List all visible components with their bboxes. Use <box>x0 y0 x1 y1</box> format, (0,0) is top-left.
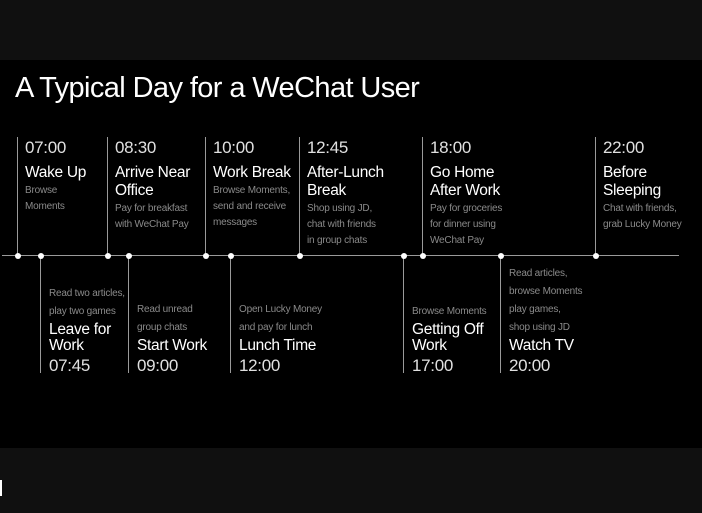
event-getting-off-work: Browse Moments Getting Off Work 17:00 <box>412 304 487 376</box>
event-time: 07:00 <box>25 138 67 157</box>
event-description: Shop using JD, <box>307 203 373 214</box>
event-description: Browse <box>25 185 58 196</box>
event-start-work: Read unread group chats Start Work 09:00 <box>137 302 207 376</box>
event-leave-for-work: Read two articles, play two games Leave fo… <box>49 286 125 376</box>
event-description: and pay for lunch <box>239 322 313 333</box>
event-description: Open Lucky Money <box>239 304 322 315</box>
timeline-axis <box>2 255 679 256</box>
event-description: shop using JD <box>509 322 570 333</box>
connector-line <box>595 137 596 256</box>
edge-marker <box>0 480 2 496</box>
connector-line <box>17 137 18 256</box>
timeline-dot <box>125 253 132 259</box>
event-heading: Getting Off <box>412 321 484 338</box>
event-heading: Break <box>307 182 346 199</box>
connector-line <box>128 256 129 373</box>
event-description: in group chats <box>307 235 368 246</box>
timeline-dot <box>37 253 44 259</box>
event-description: Read unread <box>137 304 193 315</box>
event-description: chat with friends <box>307 219 376 230</box>
timeline-dot <box>104 253 111 259</box>
event-time: 08:30 <box>115 138 157 157</box>
timeline-dot <box>497 253 504 259</box>
connector-line <box>230 256 231 373</box>
event-heading: Sleeping <box>603 182 661 199</box>
event-description: Browse Moments <box>412 306 487 317</box>
event-time: 12:00 <box>239 356 281 375</box>
event-heading: Start Work <box>137 337 207 354</box>
event-heading: Work Break <box>213 164 291 181</box>
event-lunch-time: Open Lucky Money and pay for lunch Lunch T… <box>239 302 322 376</box>
event-description: Pay for groceries <box>430 203 503 214</box>
event-arrive-near-office: 08:30 Arrive Near Office Pay for breakfast w… <box>115 138 190 233</box>
event-heading: Office <box>115 182 154 199</box>
connector-line <box>205 137 206 256</box>
event-time: 18:00 <box>430 138 472 157</box>
event-heading: Work <box>49 337 84 354</box>
event-heading: After Work <box>430 182 500 199</box>
event-description: messages <box>213 217 257 228</box>
event-heading: Leave for <box>49 321 111 338</box>
timeline-dot <box>14 253 21 259</box>
connector-line <box>107 137 108 256</box>
event-heading: Go Home <box>430 164 495 181</box>
connector-line <box>299 137 300 256</box>
event-time: 10:00 <box>213 138 255 157</box>
event-heading: Arrive Near <box>115 164 191 181</box>
event-heading: Lunch Time <box>239 337 317 354</box>
timeline-dot <box>592 253 599 259</box>
event-heading: Watch TV <box>509 337 574 354</box>
event-after-lunch-break: 12:45 After-Lunch Break Shop using JD, chat … <box>307 138 384 249</box>
connector-line <box>500 256 501 373</box>
event-time: 07:45 <box>49 356 91 375</box>
event-watch-tv: Read articles, browse Moments play games, s… <box>509 266 583 376</box>
event-heading: Before <box>603 164 647 181</box>
event-description: Pay for breakfast <box>115 203 188 214</box>
connector-line <box>403 256 404 373</box>
event-description: grab Lucky Money <box>603 219 682 230</box>
event-time: 09:00 <box>137 356 179 375</box>
event-description: group chats <box>137 322 188 333</box>
timeline-dot <box>400 253 407 259</box>
timeline-dot <box>419 253 426 259</box>
event-time: 20:00 <box>509 356 551 375</box>
event-go-home-after-work: 18:00 Go Home After Work Pay for groceries f… <box>430 138 502 249</box>
event-heading: After-Lunch <box>307 164 384 181</box>
event-heading: Wake Up <box>25 164 87 181</box>
event-description: for dinner using <box>430 219 496 230</box>
event-description: browse Moments <box>509 286 583 297</box>
event-description: play two games <box>49 306 116 317</box>
event-description: Browse Moments, <box>213 185 291 196</box>
connector-line <box>422 137 423 256</box>
connector-line <box>40 256 41 373</box>
event-before-sleeping: 22:00 Before Sleeping Chat with friends, gra… <box>603 138 682 233</box>
event-description: Chat with friends, <box>603 203 677 214</box>
event-description: send and receive <box>213 201 286 212</box>
timeline-dot <box>296 253 303 259</box>
event-description: Moments <box>25 201 65 212</box>
event-work-break: 10:00 Work Break Browse Moments, send and r… <box>213 138 291 231</box>
event-time: 22:00 <box>603 138 645 157</box>
event-heading: Work <box>412 337 447 354</box>
event-description: Read articles, <box>509 268 568 279</box>
timeline-dot <box>227 253 234 259</box>
timeline-dot <box>202 253 209 259</box>
event-wake-up: 07:00 Wake Up Browse Moments <box>25 138 86 215</box>
event-description: Read two articles, <box>49 288 125 299</box>
page-title: A Typical Day for a WeChat User <box>15 72 420 104</box>
slide: A Typical Day for a WeChat User 07:00 Wak… <box>0 60 702 448</box>
event-description: play games, <box>509 304 561 315</box>
event-description: with WeChat Pay <box>115 219 189 230</box>
event-time: 12:45 <box>307 138 349 157</box>
event-time: 17:00 <box>412 356 454 375</box>
event-description: WeChat Pay <box>430 235 484 246</box>
